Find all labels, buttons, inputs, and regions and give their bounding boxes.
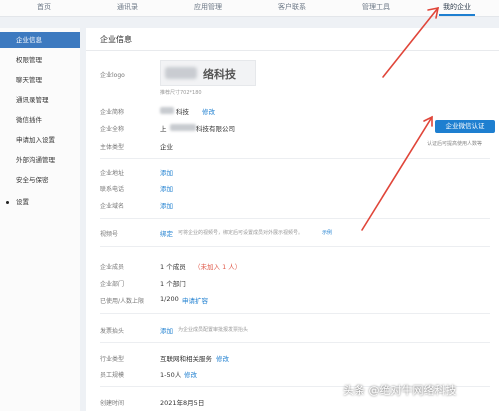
tab-contacts[interactable]: 通讯录: [117, 2, 138, 12]
page-title: 企业信息: [100, 35, 132, 44]
full-name-suffix: 科技有限公司: [196, 125, 235, 133]
tab-my-enterprise[interactable]: 我的企业: [443, 2, 471, 12]
video-account-hint: 可将企业的视频号，绑定后可设置成员对外展示视频号。: [178, 230, 304, 236]
sidebar-item-join-settings[interactable]: 申请加入设置: [0, 132, 80, 148]
sidebar-item-security[interactable]: 安全与保密: [0, 172, 80, 188]
limit-label: 已使用/人数上限: [100, 298, 145, 305]
logo-label: 企业logo: [100, 72, 125, 79]
departments-label: 企业部门: [100, 281, 125, 288]
address-label: 企业地址: [100, 170, 125, 177]
short-name-value: 科技: [176, 108, 189, 116]
section-divider: [100, 218, 490, 219]
bullet-dot: [6, 201, 9, 204]
scale-edit-link[interactable]: 修改: [184, 369, 197, 379]
section-divider: [100, 246, 490, 247]
verify-note: 认证后可提高使用人数等: [427, 141, 483, 147]
limit-value: 1/200: [160, 295, 179, 303]
departments-value[interactable]: 1 个部门: [160, 278, 186, 288]
section-divider: [100, 313, 490, 314]
scale-label: 员工规模: [100, 372, 125, 379]
main-panel: 企业信息 企业logo 络科技 推荐尺寸702*180 企业简称 科技 修改 企…: [86, 28, 499, 411]
invoice-label: 发票抬头: [100, 328, 125, 335]
full-name-blur: [170, 124, 196, 131]
logo-text: 络科技: [203, 68, 236, 81]
video-account-example-link[interactable]: 示例: [322, 229, 332, 236]
tab-management-tools[interactable]: 管理工具: [362, 2, 390, 12]
short-name-label: 企业简称: [100, 109, 125, 116]
invoice-add-link[interactable]: 添加: [160, 325, 173, 335]
sidebar-item-permissions[interactable]: 权限管理: [0, 52, 80, 68]
active-tab-indicator: [439, 14, 475, 16]
subject-type-label: 主体类型: [100, 144, 125, 151]
title-divider: [86, 50, 499, 51]
sidebar-item-settings[interactable]: 设置: [0, 194, 80, 210]
scale-value: 1-50人: [160, 371, 182, 379]
members-value[interactable]: 1 个成员: [160, 261, 186, 271]
short-name-blur: [160, 107, 174, 114]
wechat-verify-button[interactable]: 企业微信认证: [435, 120, 495, 133]
tab-customer-contact[interactable]: 客户联系: [278, 2, 306, 12]
industry-label: 行业类型: [100, 356, 125, 363]
section-divider: [100, 342, 490, 343]
video-account-label: 视频号: [100, 231, 119, 238]
video-account-bind-link[interactable]: 绑定: [160, 228, 173, 238]
invoice-hint: 为企业成员配置审批报发票抬头: [178, 327, 249, 333]
industry-edit-link[interactable]: 修改: [216, 353, 229, 363]
phone-add-link[interactable]: 添加: [160, 183, 173, 193]
sidebar-item-enterprise-info[interactable]: 企业信息: [0, 32, 80, 48]
sidebar-item-external-communication[interactable]: 外部沟通管理: [0, 152, 80, 168]
phone-label: 联系电话: [100, 186, 125, 193]
created-value: 2021年8月5日: [160, 399, 205, 407]
logo-size-hint: 推荐尺寸702*180: [160, 90, 202, 96]
sidebar-item-chat[interactable]: 聊天管理: [0, 72, 80, 88]
enterprise-logo[interactable]: 络科技: [160, 60, 256, 86]
section-divider: [100, 158, 490, 159]
full-name-label: 企业全称: [100, 126, 125, 133]
subject-type-value: 企业: [160, 143, 173, 151]
members-label: 企业成员: [100, 264, 125, 271]
sidebar: 企业信息 权限管理 聊天管理 通讯录管理 微信插件 申请加入设置 外部沟通管理 …: [0, 28, 80, 411]
domain-add-link[interactable]: 添加: [160, 200, 173, 210]
tab-home[interactable]: 首页: [37, 2, 51, 12]
logo-blurred-area: [165, 67, 197, 79]
full-name-prefix: 上: [160, 125, 167, 133]
address-add-link[interactable]: 添加: [160, 167, 173, 177]
domain-label: 企业域名: [100, 203, 125, 210]
short-name-edit-link[interactable]: 修改: [202, 106, 215, 116]
watermark-text: 头条 @绝对牛网络科技: [343, 384, 457, 397]
sidebar-item-wechat-plugin[interactable]: 微信插件: [0, 112, 80, 128]
sidebar-item-contacts-management[interactable]: 通讯录管理: [0, 92, 80, 108]
members-not-joined-note: （未加入 1 人）: [194, 263, 242, 271]
industry-value: 互联网和相关服务: [160, 355, 212, 363]
created-label: 创建时间: [100, 400, 125, 407]
apply-expansion-link[interactable]: 申请扩容: [182, 295, 208, 305]
tab-app-management[interactable]: 应用管理: [194, 2, 222, 12]
top-nav: 首页 通讯录 应用管理 客户联系 管理工具 我的企业: [0, 0, 499, 17]
